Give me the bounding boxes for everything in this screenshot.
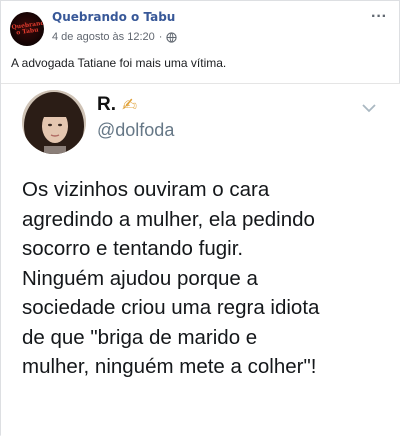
tweet-text-line: socorro e tentando fugir. (22, 237, 244, 260)
tweet-text-line: mulher, ninguém mete a colher"! (22, 355, 317, 378)
globe-icon[interactable] (166, 31, 178, 43)
chevron-down-icon (362, 104, 376, 113)
tweet-screenshot: R. ✍ @dolfoda Os vizinhos ouviram o cara… (1, 83, 400, 436)
more-options-icon[interactable]: ··· (371, 9, 387, 25)
post-timestamp[interactable]: 4 de agosto às 12:20 (52, 31, 155, 43)
post-caption: A advogada Tatiane foi mais uma vítima. (11, 56, 227, 70)
tweet-text-line: Ninguém ajudou porque a (22, 266, 258, 290)
page-name-link[interactable]: Quebrando o Tabu (52, 10, 175, 24)
post-meta: 4 de agosto às 12:20 · (52, 31, 178, 43)
tweet-avatar (22, 90, 86, 154)
tweet-text-line: sociedade criou uma regra idiota (22, 296, 320, 319)
tweet-text-line: agredindo a mulher, ela pedindo (22, 207, 315, 231)
post-header: Quebrando o Tabu Quebrando o Tabu 4 de a… (1, 1, 400, 51)
tweet-text-line: Os vizinhos ouviram o cara (22, 178, 270, 201)
tweet-handle: @dolfoda (97, 120, 175, 140)
meta-separator: · (158, 31, 163, 43)
writing-hand-icon: ✍ (122, 94, 138, 116)
tweet-author-name: R. ✍ (97, 94, 137, 116)
tweet-author-name-text: R. (97, 94, 116, 115)
tweet-text: Os vizinhos ouviram o cara agredindo a m… (22, 175, 397, 382)
page-avatar-logo-text: Quebrando o Tabu (11, 18, 44, 37)
tweet-text-line: de que "briga de marido e (22, 325, 258, 349)
facebook-post: Quebrando o Tabu Quebrando o Tabu 4 de a… (0, 0, 400, 436)
page-avatar[interactable]: Quebrando o Tabu (10, 12, 44, 46)
avatar-photo (22, 90, 86, 154)
